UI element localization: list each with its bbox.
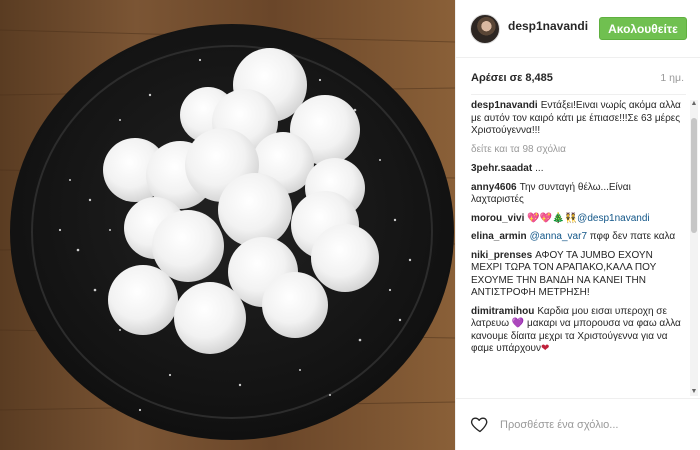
post-header: desp1navandi Ακολουθείτε xyxy=(456,0,700,58)
purple-heart-icon: 💜 xyxy=(511,318,525,329)
comments-list[interactable]: desp1navandi Εντάξει!Ειναι νωρίς ακόμα αλ… xyxy=(471,100,686,395)
scroll-thumb[interactable] xyxy=(691,118,697,233)
likes-row: Αρέσει σε 8,485 1 ημ. xyxy=(471,72,686,88)
comment-mention[interactable]: @anna_var7 xyxy=(530,231,587,242)
comment-text: ... xyxy=(535,163,544,174)
comment-username[interactable]: elina_armin xyxy=(471,231,527,242)
comment-item: dimitramihou Καρδια μου εισαι υπεροχη σε … xyxy=(471,306,686,356)
view-all-comments-link[interactable]: δείτε και τα 98 σχόλια xyxy=(471,144,686,157)
comment-text: πφφ δεν πατε καλα xyxy=(589,231,676,242)
caption-username[interactable]: desp1navandi xyxy=(471,100,538,111)
post-timestamp[interactable]: 1 ημ. xyxy=(660,72,684,84)
red-heart-icon: ❤ xyxy=(540,343,550,354)
comment-username[interactable]: dimitramihou xyxy=(471,306,534,317)
post-side-panel: desp1navandi Ακολουθείτε Αρέσει σε 8,485… xyxy=(455,0,700,450)
caption: desp1navandi Εντάξει!Ειναι νωρίς ακόμα αλ… xyxy=(471,100,686,138)
comment-item: morou_vivi 💖💖🎄👯@desp1navandi xyxy=(471,213,686,226)
post-photo[interactable] xyxy=(0,0,455,450)
username[interactable]: desp1navandi xyxy=(508,19,588,33)
comment-item: 3pehr.saadat... xyxy=(471,163,686,176)
comment-username[interactable]: 3pehr.saadat xyxy=(471,163,532,174)
comment-item: elina_armin @anna_var7 πφφ δεν πατε καλα xyxy=(471,231,686,244)
comments-scrollbar[interactable]: ▲ ▼ xyxy=(690,100,698,396)
comment-emoji: 💖💖🎄👯 xyxy=(527,212,578,224)
comment-username[interactable]: niki_prenses xyxy=(471,250,532,261)
avatar[interactable] xyxy=(470,14,500,44)
comment-input[interactable] xyxy=(498,413,687,437)
comment-mention[interactable]: @desp1navandi xyxy=(577,213,649,224)
comment-username[interactable]: morou_vivi xyxy=(471,213,524,224)
comment-username[interactable]: anny4606 xyxy=(471,182,517,193)
photo-image xyxy=(0,0,455,450)
follow-button[interactable]: Ακολουθείτε xyxy=(599,17,687,40)
comment-footer xyxy=(456,398,700,450)
scroll-down-arrow-icon[interactable]: ▼ xyxy=(690,388,698,396)
likes-count[interactable]: Αρέσει σε 8,485 xyxy=(471,72,553,84)
divider xyxy=(471,94,686,95)
heart-outline-icon[interactable] xyxy=(470,414,490,434)
scroll-up-arrow-icon[interactable]: ▲ xyxy=(690,100,698,108)
comment-item: niki_prenses ΑΦΟΥ ΤΑ JUMBO ΕΧΟΥΝ ΜΕΧΡΙ ΤΩ… xyxy=(471,250,686,300)
comment-item: anny4606 Την συνταγή θέλω...Είναι λαχταρι… xyxy=(471,182,686,207)
